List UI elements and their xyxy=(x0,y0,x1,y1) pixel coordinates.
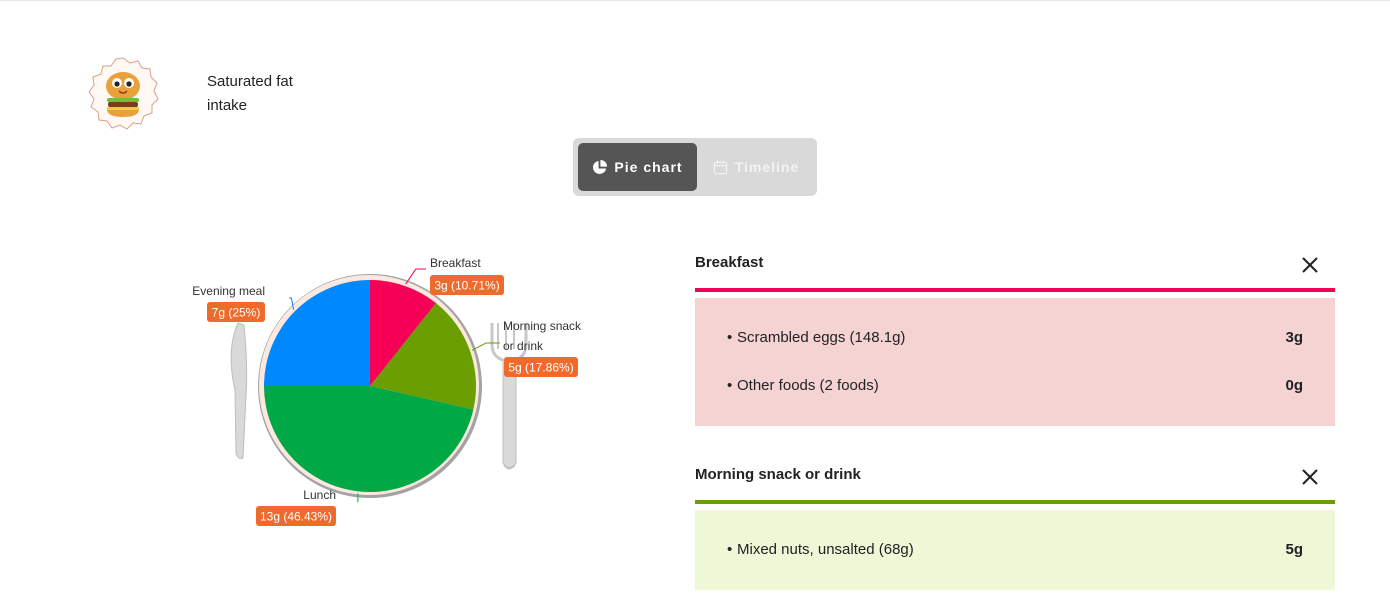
list-item: • Other foods (2 foods) 0g xyxy=(727,377,1303,394)
panel-body: • Scrambled eggs (148.1g) 3g • Other foo… xyxy=(695,298,1335,426)
pie-chart-icon xyxy=(593,159,608,174)
value-badge-label: 13g (46.43%) xyxy=(260,510,332,524)
breakfast-panel: Breakfast • Scrambled eggs (148.1g) 3g •… xyxy=(695,248,1335,426)
food-value: 5g xyxy=(1285,541,1303,558)
panel-header: Breakfast xyxy=(695,248,1335,288)
food-name: Other foods (2 foods) xyxy=(737,377,879,394)
panel-body: • Mixed nuts, unsalted (68g) 5g xyxy=(695,510,1335,590)
view-toggle: Pie chart Timeline xyxy=(573,138,817,196)
food-value: 0g xyxy=(1285,377,1303,394)
top-divider xyxy=(0,0,1390,1)
value-badge-label: 5g (17.86%) xyxy=(508,361,573,375)
value-badge-label: 3g (10.71%) xyxy=(434,279,499,293)
leader-line xyxy=(471,342,500,351)
close-icon[interactable] xyxy=(1299,254,1321,276)
food-name: Mixed nuts, unsalted (68g) xyxy=(737,541,914,558)
pie-chart-tab-label: Pie chart xyxy=(614,159,683,175)
slice-label: Lunch xyxy=(303,488,336,502)
panel-color-bar xyxy=(695,288,1335,292)
value-badge-label: 7g (25%) xyxy=(212,306,261,320)
close-icon[interactable] xyxy=(1299,466,1321,488)
calendar-icon xyxy=(713,159,727,174)
list-item: • Mixed nuts, unsalted (68g) 5g xyxy=(727,541,1303,558)
page-title: Saturated fat intake xyxy=(207,73,293,114)
burger-mascot-avatar xyxy=(86,56,160,130)
pie-chart-tab[interactable]: Pie chart xyxy=(578,143,697,191)
food-name: Scrambled eggs (148.1g) xyxy=(737,329,906,346)
list-item: • Scrambled eggs (148.1g) 3g xyxy=(727,329,1303,346)
panel-title: Breakfast xyxy=(695,254,764,271)
knife-icon xyxy=(230,322,248,459)
slice-label: Evening meal xyxy=(192,284,265,298)
morning-snack-panel: Morning snack or drink • Mixed nuts, uns… xyxy=(695,460,1335,590)
pie-chart: Breakfast 3g (10.71%) Morning snack or drin… xyxy=(180,245,600,535)
timeline-tab[interactable]: Timeline xyxy=(699,143,813,191)
panel-title: Morning snack or drink xyxy=(695,466,861,483)
food-value: 3g xyxy=(1285,329,1303,346)
slice-label: Breakfast xyxy=(430,256,481,270)
pie-slice[interactable] xyxy=(264,280,370,386)
panel-color-bar xyxy=(695,500,1335,504)
timeline-tab-label: Timeline xyxy=(734,159,800,175)
panel-header: Morning snack or drink xyxy=(695,460,1335,500)
